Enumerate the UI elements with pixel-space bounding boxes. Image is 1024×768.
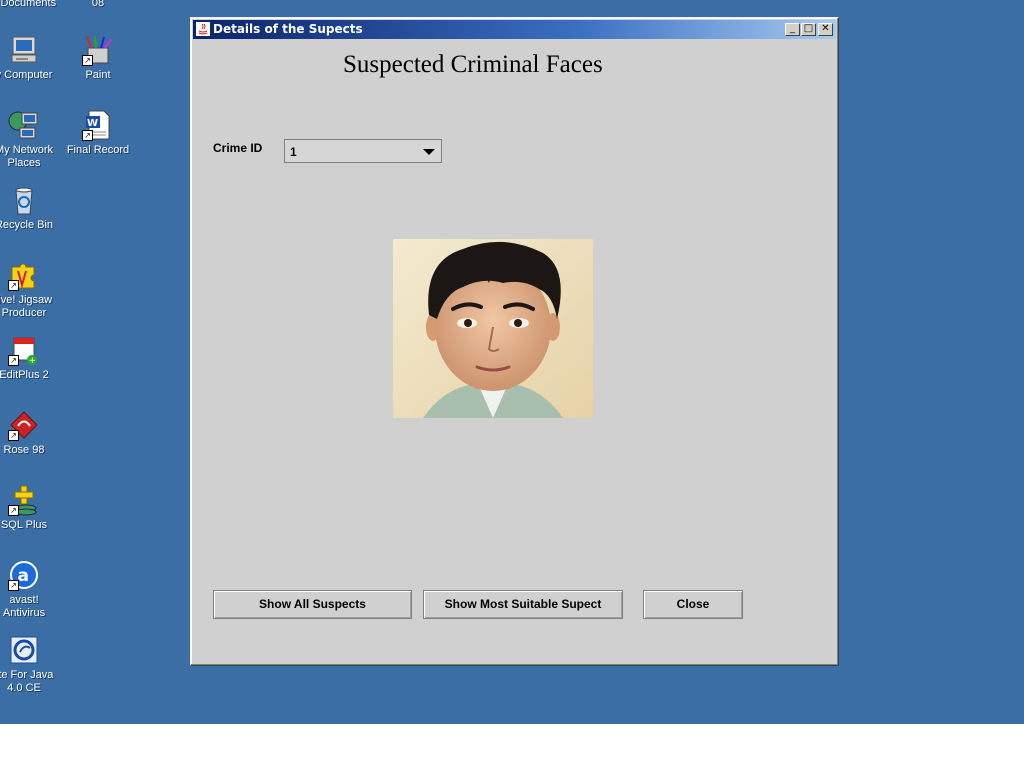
window-titlebar[interactable]: Details of the Supects _ □ ✕ [193,20,836,39]
desktop-icon-sqlplus[interactable]: ↗ SQL Plus [0,484,62,532]
show-most-suitable-suspect-button[interactable]: Show Most Suitable Supect [423,590,623,619]
suspect-photo [393,239,593,418]
svg-text:W: W [87,118,98,129]
desktop-icon-editplus[interactable]: + ↗ EditPlus 2 [0,334,62,382]
desktop-icon-my-documents[interactable]: y Documents [0,0,62,10]
desktop-icon-label: 08 [91,0,105,9]
desktop-icon-label: Paint [85,69,111,81]
desktop-icon-label: rte For Java 4.0 CE [0,669,54,694]
crime-id-value: 1 [290,145,297,159]
minimize-button[interactable]: _ [785,23,800,36]
shortcut-arrow-icon: ↗ [82,130,93,141]
puzzle-icon: ↗ [8,259,40,291]
shortcut-arrow-icon: ↗ [8,280,19,291]
rose-icon: ↗ [8,409,40,441]
desktop-icon-label: Rose 98 [3,444,45,456]
svg-text:a: a [18,566,29,586]
desktop-icon-label: y Documents [0,0,57,9]
desktop-icon-paint[interactable]: ↗ Paint [60,34,136,82]
crime-id-label: Crime ID [213,141,263,155]
java-app-icon [196,22,210,36]
shortcut-arrow-icon: ↗ [82,55,93,66]
desktop-icon-label: EditPlus 2 [0,369,49,381]
computer-icon [8,34,40,66]
recycle-bin-icon [8,184,40,216]
window-title: Details of the Supects [213,22,363,36]
desktop-icon-08[interactable]: 08 [60,0,136,10]
desktop-icon-avast[interactable]: a ↗ avast! Antivirus [0,559,62,620]
svg-text:+: + [29,356,37,366]
shortcut-arrow-icon: ↗ [8,430,19,441]
desktop-icon-label: SQL Plus [0,519,48,531]
desktop-icon-my-network-places[interactable]: My Network Places [0,109,62,170]
desktop-icon-label: Recycle Bin [0,219,54,231]
word-document-icon: W ↗ [82,109,114,141]
paint-icon: ↗ [82,34,114,66]
editplus-icon: + ↗ [8,334,40,366]
network-icon [8,109,40,141]
forte-java-icon [8,634,40,666]
page-title: Suspected Criminal Faces [343,51,603,78]
desktop-icon-label: y Computer [0,69,53,81]
desktop-icon-jigsaw-producer[interactable]: ↗ live! Jigsaw Producer [0,259,62,320]
shortcut-arrow-icon: ↗ [8,580,19,591]
desktop: y Documents 08 y Computer ↗ [0,0,1024,724]
desktop-icon-label: avast! Antivirus [2,594,46,619]
maximize-button[interactable]: □ [801,23,816,36]
close-button[interactable]: Close [643,590,743,619]
shortcut-arrow-icon: ↗ [8,355,19,366]
shortcut-arrow-icon: ↗ [8,505,19,516]
dropdown-arrow-icon[interactable] [423,149,435,155]
desktop-icon-label: My Network Places [0,144,54,169]
desktop-icon-label: Final Record [66,144,130,156]
desktop-icon-final-record[interactable]: W ↗ Final Record [60,109,136,157]
close-window-button[interactable]: ✕ [818,23,833,36]
crime-id-dropdown[interactable]: 1 [284,139,442,163]
screen-bottom-area [0,724,1024,768]
desktop-icon-recycle-bin[interactable]: Recycle Bin [0,184,62,232]
sqlplus-icon: ↗ [8,484,40,516]
desktop-icon-forte-java[interactable]: rte For Java 4.0 CE [0,634,62,695]
show-all-suspects-button[interactable]: Show All Suspects [213,590,412,619]
suspect-details-window: Details of the Supects _ □ ✕ Suspected C… [190,17,839,666]
desktop-icon-my-computer[interactable]: y Computer [0,34,62,82]
desktop-icon-rose98[interactable]: ↗ Rose 98 [0,409,62,457]
desktop-icon-label: live! Jigsaw Producer [0,294,53,319]
avast-icon: a ↗ [8,559,40,591]
